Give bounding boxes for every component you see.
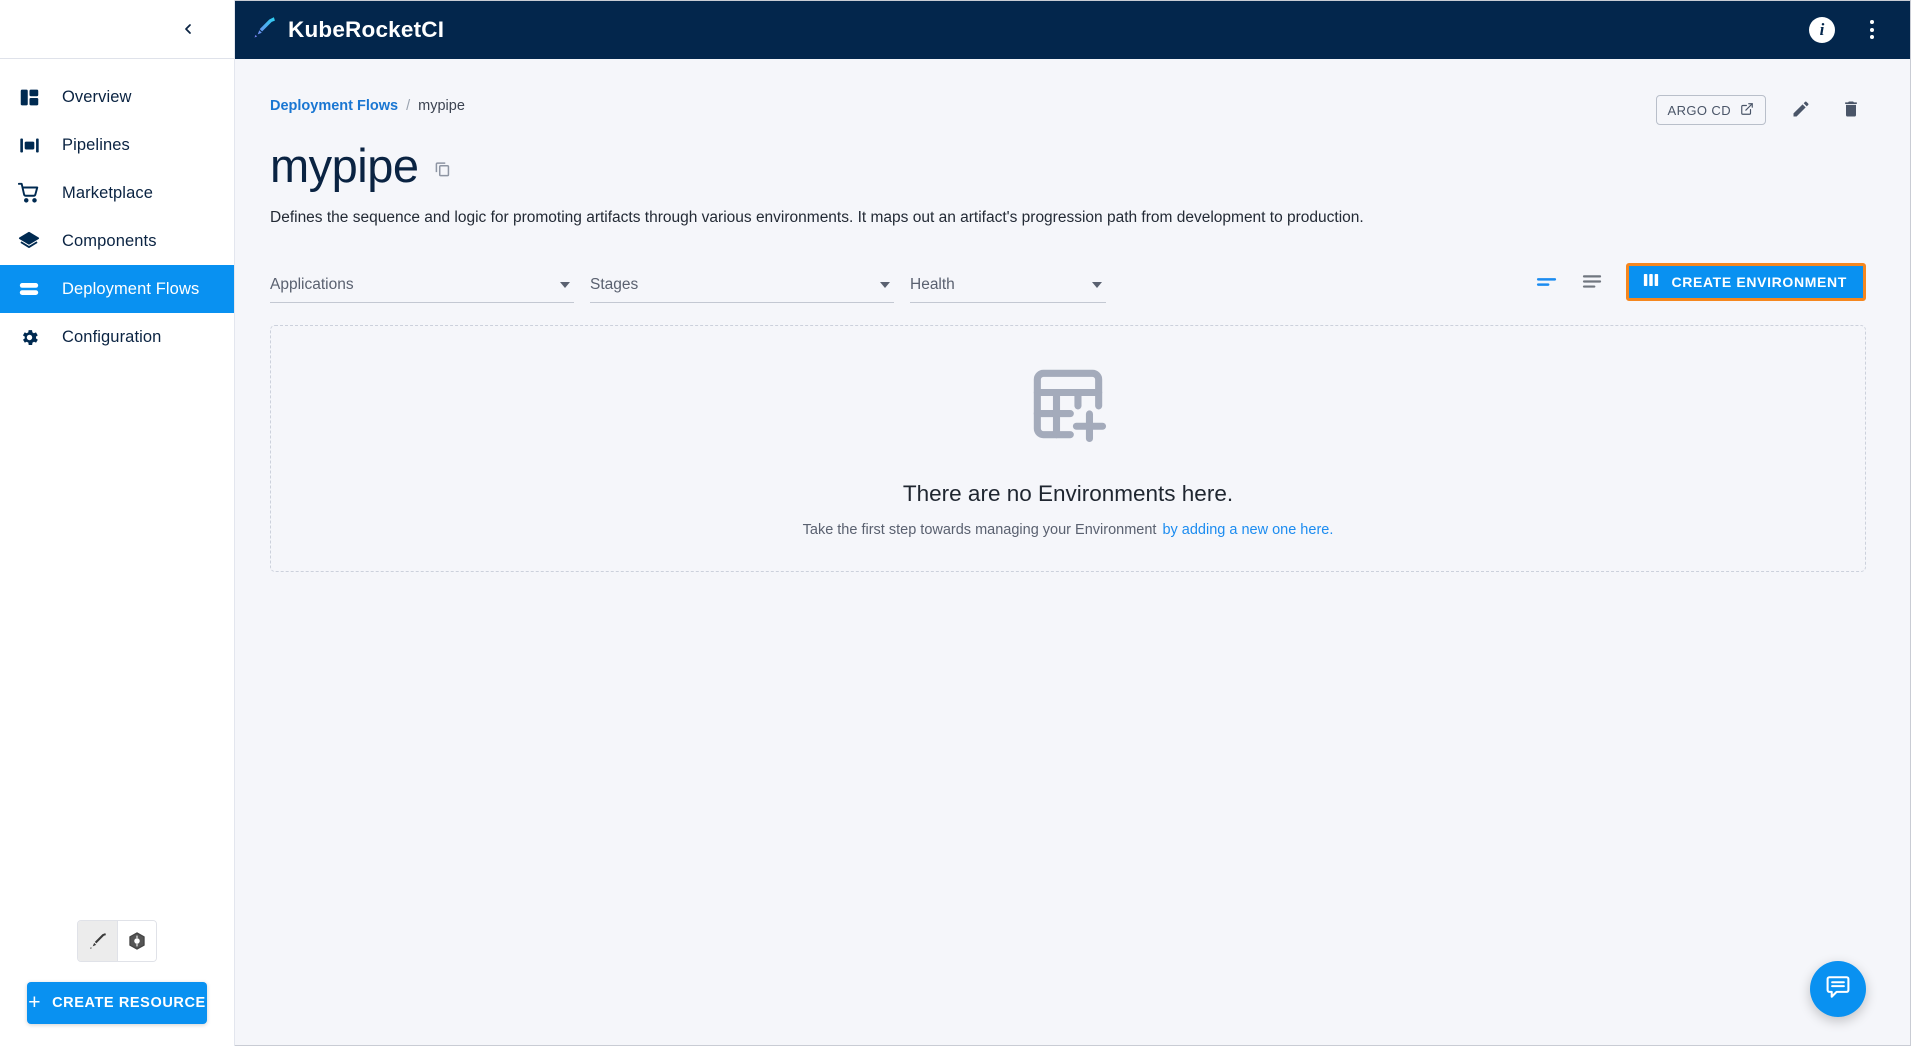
filter-label: Health (910, 275, 955, 293)
edit-button[interactable] (1786, 95, 1816, 125)
filter-active-icon[interactable] (1536, 274, 1559, 290)
sidebar-item-label: Deployment Flows (62, 279, 200, 298)
external-link-icon (1740, 102, 1754, 119)
kebab-dot (1870, 20, 1874, 24)
sort-lines-icon[interactable] (1581, 273, 1604, 291)
header-actions: ARGO CD (1655, 95, 1866, 125)
sidebar-nav: Overview Pipelines Marketplace Component… (0, 59, 234, 920)
chevron-down-icon (1092, 281, 1102, 288)
create-environment-button[interactable]: CREATE ENVIRONMENT (1626, 262, 1866, 301)
view-actions: CREATE ENVIRONMENT (1536, 262, 1866, 303)
sidebar-item-label: Components (62, 231, 157, 250)
sidebar-item-pipelines[interactable]: Pipelines (0, 121, 234, 169)
info-glyph: i (1819, 19, 1825, 39)
page-description: Defines the sequence and logic for promo… (270, 209, 1364, 227)
trash-icon (1841, 99, 1861, 122)
delete-button[interactable] (1836, 95, 1866, 125)
brand[interactable]: KubeRocketCI (252, 15, 444, 45)
kebab-dot (1870, 35, 1874, 39)
filter-stages[interactable]: Stages (590, 276, 894, 303)
pipelines-icon (10, 135, 48, 156)
topbar: KubeRocketCI i (235, 0, 1911, 59)
columns-icon (1642, 271, 1660, 292)
layers-icon (10, 230, 48, 252)
title-row: mypipe (270, 141, 1866, 190)
sidebar-item-label: Overview (62, 87, 132, 106)
breadcrumb-root-link[interactable]: Deployment Flows (270, 98, 398, 114)
chat-bubble-icon (1825, 974, 1851, 1005)
app-root: Overview Pipelines Marketplace Component… (0, 0, 1911, 1046)
sidebar-item-configuration[interactable]: Configuration (0, 313, 234, 361)
topbar-actions: i (1809, 16, 1885, 43)
empty-state-subtitle-text: Take the first step towards managing you… (802, 522, 1157, 539)
breadcrumb-row: Deployment Flows / mypipe ARGO CD (270, 95, 1866, 125)
sidebar-item-deployment-flows[interactable]: Deployment Flows (0, 265, 234, 313)
chevron-down-icon (880, 281, 890, 288)
dashboard-icon (10, 87, 48, 108)
sidebar-header (0, 0, 234, 59)
breadcrumb-separator: / (406, 98, 411, 114)
info-icon[interactable]: i (1809, 16, 1835, 43)
copy-icon[interactable] (433, 159, 452, 178)
sidebar-item-label: Pipelines (62, 135, 130, 154)
sidebar-item-marketplace[interactable]: Marketplace (0, 169, 234, 217)
breadcrumb: Deployment Flows / mypipe (270, 95, 465, 114)
rocket-pen-icon (252, 15, 277, 45)
chevron-down-icon (560, 281, 570, 288)
filter-label: Stages (590, 275, 639, 293)
argo-cd-label: ARGO CD (1667, 102, 1731, 118)
page-title: mypipe (270, 139, 419, 192)
main-pane: KubeRocketCI i Deployment Flows / mypipe… (235, 0, 1911, 1046)
add-table-icon (1022, 358, 1114, 455)
kebab-menu-icon[interactable] (1859, 17, 1885, 43)
pencil-icon (1791, 99, 1811, 122)
filter-label: Applications (270, 275, 354, 293)
chevron-left-icon[interactable] (175, 16, 201, 42)
sidebar: Overview Pipelines Marketplace Component… (0, 0, 235, 1046)
empty-state-panel: There are no Environments here. Take the… (270, 324, 1866, 572)
flows-icon (10, 278, 48, 300)
page-content: Deployment Flows / mypipe ARGO CD mypipe… (235, 59, 1911, 1046)
create-resource-button[interactable]: + CREATE RESOURCE (27, 982, 207, 1024)
filters: Applications Stages Health (270, 276, 1106, 303)
cluster-view-toggle-group (77, 920, 157, 962)
empty-state-subtitle: Take the first step towards managing you… (803, 522, 1334, 538)
empty-state-link[interactable]: by adding a new one here. (1162, 522, 1333, 538)
filter-applications[interactable]: Applications (270, 276, 574, 303)
chat-button[interactable] (1810, 961, 1866, 1017)
kubernetes-icon[interactable] (117, 921, 156, 961)
filter-health[interactable]: Health (910, 276, 1106, 303)
create-resource-label: CREATE RESOURCE (52, 995, 206, 1011)
filters-row: Applications Stages Health CREATE ENVIRO… (270, 262, 1866, 303)
gear-icon (10, 327, 48, 348)
empty-state-title: There are no Environments here. (902, 481, 1234, 507)
create-environment-label: CREATE ENVIRONMENT (1671, 273, 1847, 290)
krci-pen-icon[interactable] (78, 921, 117, 961)
argo-cd-button[interactable]: ARGO CD (1655, 95, 1766, 125)
kebab-dot (1870, 27, 1874, 32)
sidebar-item-label: Configuration (62, 327, 162, 346)
sidebar-item-label: Marketplace (62, 183, 153, 202)
brand-name: KubeRocketCI (288, 16, 445, 42)
sidebar-footer: + CREATE RESOURCE (0, 920, 234, 1046)
cart-icon (10, 182, 48, 204)
sidebar-item-overview[interactable]: Overview (0, 73, 234, 121)
sidebar-item-components[interactable]: Components (0, 217, 234, 265)
plus-icon: + (28, 990, 42, 1014)
breadcrumb-current: mypipe (418, 98, 465, 114)
